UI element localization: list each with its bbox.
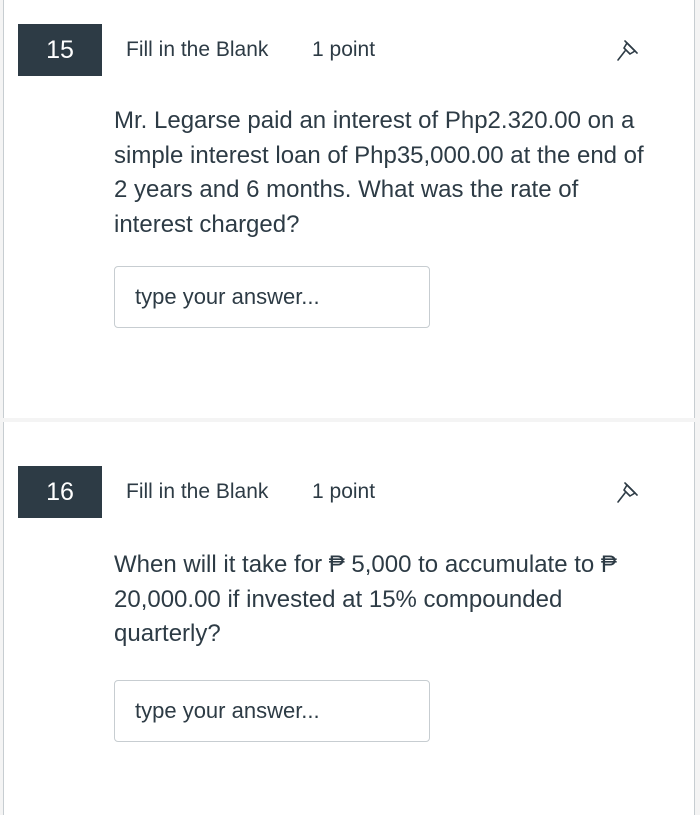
question-points-label: 1 point xyxy=(312,480,376,503)
question-type-label: Fill in the Blank xyxy=(126,38,269,61)
answer-input[interactable] xyxy=(114,266,430,328)
question-header: 15 Fill in the Blank 1 point xyxy=(18,24,678,76)
question-card-16: 16 Fill in the Blank 1 point When will i… xyxy=(3,422,695,815)
question-number-badge: 15 xyxy=(18,24,102,76)
pushpin-icon[interactable] xyxy=(614,478,642,506)
question-header: 16 Fill in the Blank 1 point xyxy=(18,466,678,518)
question-type-label: Fill in the Blank xyxy=(126,480,269,503)
question-points-label: 1 point xyxy=(312,38,376,61)
answer-input[interactable] xyxy=(114,680,430,742)
question-number-badge: 16 xyxy=(18,466,102,518)
pushpin-icon[interactable] xyxy=(614,36,642,64)
question-text: When will it take for ₱ 5,000 to accumul… xyxy=(114,551,617,647)
question-card-15: 15 Fill in the Blank 1 point Mr. Legarse… xyxy=(3,0,695,418)
question-text: Mr. Legarse paid an interest of Php2.320… xyxy=(114,107,644,238)
